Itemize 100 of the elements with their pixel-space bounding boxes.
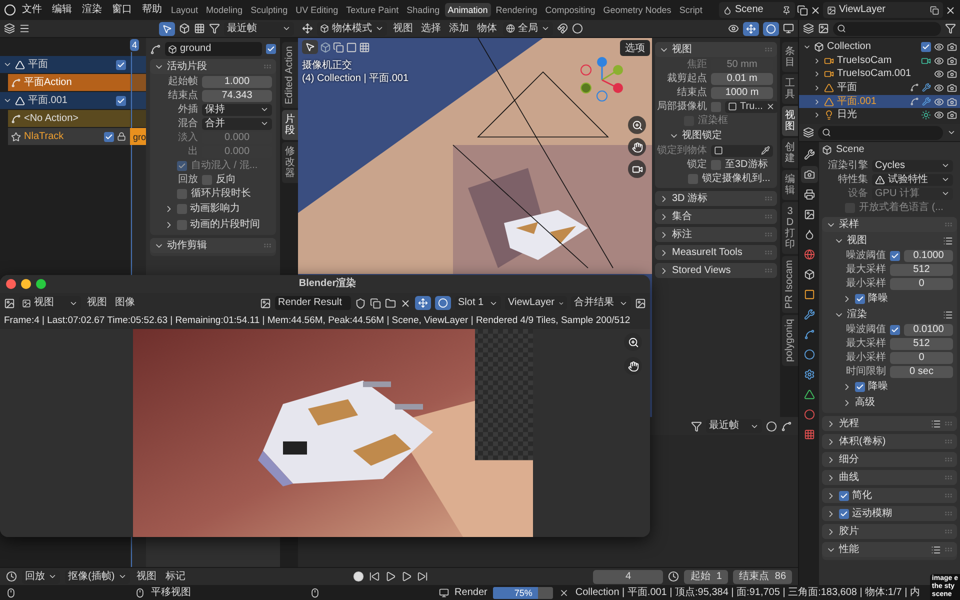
number-field[interactable]: 512: [890, 338, 953, 350]
falloff-icon[interactable]: [781, 420, 792, 432]
mode-dropdown[interactable]: 物体模式: [317, 22, 387, 36]
nla-strip[interactable]: gro: [130, 128, 146, 145]
select-box-icon[interactable]: [320, 42, 331, 52]
preset-list-icon[interactable]: [931, 418, 941, 428]
sidebar-tab[interactable]: 创建: [782, 138, 798, 168]
new-scene-icon[interactable]: [797, 4, 808, 16]
cancel-icon[interactable]: [559, 588, 570, 598]
eye-icon[interactable]: [934, 96, 944, 107]
preset-list-icon[interactable]: [943, 236, 953, 246]
select-extend-icon[interactable]: [333, 42, 344, 52]
minimize-button[interactable]: [21, 279, 31, 289]
sidebar-tab[interactable]: 视图: [782, 106, 798, 136]
menu-item[interactable]: 帮助: [138, 4, 166, 16]
render-camera-icon[interactable]: [947, 56, 957, 66]
channel-row[interactable]: 平面: [0, 56, 130, 73]
eye-icon[interactable]: [934, 56, 944, 66]
display-mode-icon[interactable]: [818, 23, 829, 34]
start-frame-field[interactable]: 起始 1: [684, 570, 728, 584]
outliner-row[interactable]: 平面.001: [799, 94, 960, 108]
outliner-row[interactable]: 日光: [799, 108, 960, 122]
number-field[interactable]: 1.000: [202, 76, 272, 88]
panel-header[interactable]: 曲线: [822, 470, 957, 485]
checkbox[interactable]: [202, 174, 212, 184]
number-field[interactable]: 0.1000: [904, 250, 953, 262]
sidebar-tab[interactable]: 编辑: [782, 170, 798, 200]
panel-header[interactable]: 活动片段: [150, 59, 276, 74]
playback-dropdown[interactable]: 回放: [22, 570, 60, 584]
workspace-tab[interactable]: Texture Paint: [343, 3, 402, 17]
menu-item[interactable]: 选择: [419, 22, 443, 34]
preset-list-icon[interactable]: [943, 310, 953, 320]
close-icon[interactable]: [810, 4, 821, 16]
render-camera-icon[interactable]: [947, 69, 957, 80]
checkbox[interactable]: [839, 490, 849, 500]
panel-header[interactable]: 胶片: [822, 524, 957, 539]
workspace-tab[interactable]: Rendering: [492, 3, 540, 17]
overlay-toggle-button[interactable]: [435, 296, 451, 310]
expand-icon[interactable]: [813, 84, 821, 92]
menu-item[interactable]: 文件: [18, 4, 46, 16]
workspace-tab[interactable]: Modeling: [203, 3, 246, 17]
workspace-tab[interactable]: Sculpting: [248, 3, 291, 17]
grid-icon[interactable]: [194, 23, 205, 34]
strip-name-field[interactable]: ground: [165, 42, 262, 56]
checkbox[interactable]: [839, 508, 849, 518]
menu-item[interactable]: 图像: [113, 297, 137, 309]
workspace-tab[interactable]: Animation: [444, 3, 491, 17]
panel-header[interactable]: 视图: [655, 42, 777, 57]
number-field[interactable]: 0: [890, 278, 953, 290]
menu-item[interactable]: 标记: [164, 570, 188, 582]
sidebar-tab[interactable]: 修改器: [282, 142, 298, 184]
pan-button[interactable]: [624, 357, 642, 375]
jump-end-icon[interactable]: [417, 571, 428, 582]
shading-icon[interactable]: [783, 23, 794, 34]
sidebar-tab[interactable]: 工具: [782, 74, 798, 104]
number-field[interactable]: 0: [890, 352, 953, 364]
expand-icon[interactable]: [3, 60, 12, 69]
orientation-dropdown[interactable]: 全局: [503, 22, 553, 36]
checkbox[interactable]: [855, 382, 865, 392]
workspace-tab[interactable]: Script: [676, 3, 706, 17]
transform-icon[interactable]: [302, 23, 313, 34]
checkbox[interactable]: [266, 44, 276, 54]
sidebar-tab[interactable]: Edited Action: [282, 42, 298, 108]
dropdown[interactable]: 试验特性: [872, 174, 953, 186]
panel-header[interactable]: 性能: [822, 542, 957, 557]
dropdown[interactable]: Cycles: [872, 160, 953, 172]
display-channels-icon[interactable]: [635, 298, 646, 308]
filter-icon[interactable]: [209, 23, 220, 34]
close-icon[interactable]: [945, 4, 956, 16]
chevron-down-icon[interactable]: [947, 128, 956, 137]
filter-icon[interactable]: [691, 420, 702, 432]
play-icon[interactable]: [401, 571, 412, 582]
checkbox[interactable]: [855, 294, 865, 304]
render-camera-icon[interactable]: [947, 110, 957, 120]
timer-icon[interactable]: [668, 571, 680, 582]
checkbox[interactable]: [711, 102, 721, 112]
filter-icon[interactable]: [945, 23, 956, 34]
menu-item[interactable]: 编辑: [48, 4, 76, 16]
number-field[interactable]: 1000 m: [711, 86, 773, 98]
timeline-editor-icon[interactable]: [6, 571, 17, 582]
render-camera-icon[interactable]: [947, 42, 957, 52]
checkbox[interactable]: [177, 188, 187, 199]
gizmo-toggle-button[interactable]: [743, 22, 759, 36]
visibility-icon[interactable]: [728, 23, 739, 34]
checkbox[interactable]: [890, 250, 900, 260]
play-reverse-icon[interactable]: [385, 571, 396, 582]
frame-dropdown[interactable]: 最近帧: [706, 419, 762, 433]
view-layer-dropdown[interactable]: ViewLayer: [505, 296, 567, 310]
view-layer-selector[interactable]: ViewLayer: [823, 2, 943, 18]
select-intersect-icon[interactable]: [359, 42, 370, 52]
menu-item[interactable]: 视图: [391, 22, 415, 34]
eye-icon[interactable]: [934, 82, 944, 93]
checkbox[interactable]: [104, 132, 114, 142]
panel-header[interactable]: 动作剪辑: [150, 238, 276, 253]
image-browse-icon[interactable]: [260, 298, 271, 308]
select-subtract-icon[interactable]: [346, 42, 357, 52]
sidebar-tab[interactable]: 3D 打印: [782, 202, 798, 254]
workspace-tab[interactable]: Shading: [404, 3, 443, 17]
camera-field[interactable]: Tru...: [725, 100, 778, 112]
dropdown[interactable]: 保持: [202, 104, 272, 116]
